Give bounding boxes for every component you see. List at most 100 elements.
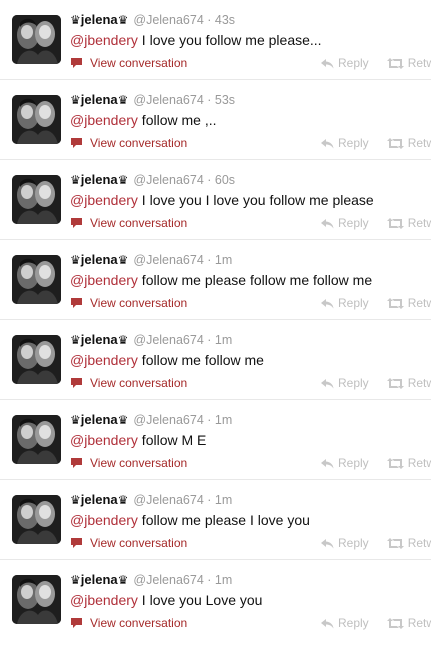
timestamp[interactable]: 53s xyxy=(215,93,235,107)
speech-bubble-icon xyxy=(71,538,82,548)
tweet-header: ♛jelena♛ @Jelena674 · 53s xyxy=(70,91,235,109)
tweet[interactable]: ♛jelena♛ @Jelena674 · 53s @jbendery follo… xyxy=(0,80,431,160)
avatar[interactable] xyxy=(12,255,61,304)
mention-link[interactable]: @jbendery xyxy=(70,192,138,208)
display-name[interactable]: jelena xyxy=(81,92,118,107)
tweet[interactable]: ♛jelena♛ @Jelena674 · 1m @jbendery I love… xyxy=(0,560,431,640)
speech-bubble-icon xyxy=(71,378,82,388)
reply-arrow-icon xyxy=(321,219,334,229)
speech-bubble-icon xyxy=(71,218,82,228)
username[interactable]: @Jelena674 xyxy=(133,13,203,27)
reply-button[interactable]: Reply xyxy=(321,615,369,631)
reply-label: Reply xyxy=(338,616,369,630)
display-name[interactable]: jelena xyxy=(81,12,118,27)
tweet-header: ♛jelena♛ @Jelena674 · 43s xyxy=(70,11,235,29)
tweet-text: @jbendery follow me follow me xyxy=(70,351,264,369)
timestamp[interactable]: 1m xyxy=(215,573,232,587)
username[interactable]: @Jelena674 xyxy=(133,333,203,347)
username[interactable]: @Jelena674 xyxy=(133,493,203,507)
reply-button[interactable]: Reply xyxy=(321,55,369,71)
username[interactable]: @Jelena674 xyxy=(133,93,203,107)
timestamp[interactable]: 1m xyxy=(215,333,232,347)
retweet-button[interactable]: Retwe xyxy=(386,55,431,71)
tweet-actions: Reply Retwe xyxy=(321,215,431,231)
avatar[interactable] xyxy=(12,415,61,464)
mention-link[interactable]: @jbendery xyxy=(70,512,138,528)
retweet-button[interactable]: Retwe xyxy=(386,135,431,151)
avatar[interactable] xyxy=(12,575,61,624)
mention-link[interactable]: @jbendery xyxy=(70,272,138,288)
tweet-actions: Reply Retwe xyxy=(321,135,431,151)
view-conversation-link[interactable]: View conversation xyxy=(70,135,187,151)
display-name[interactable]: jelena xyxy=(81,492,118,507)
avatar[interactable] xyxy=(12,175,61,224)
tweet[interactable]: ♛jelena♛ @Jelena674 · 1m @jbendery follow… xyxy=(0,400,431,480)
display-name[interactable]: jelena xyxy=(81,572,118,587)
tweet-header: ♛jelena♛ @Jelena674 · 1m xyxy=(70,411,232,429)
timestamp[interactable]: 1m xyxy=(215,493,232,507)
crown-icon: ♛ xyxy=(70,93,81,107)
mention-link[interactable]: @jbendery xyxy=(70,352,138,368)
username[interactable]: @Jelena674 xyxy=(133,413,203,427)
avatar[interactable] xyxy=(12,495,61,544)
view-conversation-label: View conversation xyxy=(90,376,188,390)
timestamp[interactable]: 43s xyxy=(215,13,235,27)
retweet-button[interactable]: Retwe xyxy=(386,375,431,391)
timestamp[interactable]: 1m xyxy=(215,253,232,267)
speech-bubble-icon xyxy=(71,138,82,148)
tweet[interactable]: ♛jelena♛ @Jelena674 · 1m @jbendery follow… xyxy=(0,320,431,400)
avatar[interactable] xyxy=(12,95,61,144)
retweet-button[interactable]: Retwe xyxy=(386,615,431,631)
tweet-text: @jbendery follow me ,.. xyxy=(70,111,217,129)
mention-link[interactable]: @jbendery xyxy=(70,112,138,128)
view-conversation-link[interactable]: View conversation xyxy=(70,375,187,391)
tweet[interactable]: ♛jelena♛ @Jelena674 · 60s @jbendery I lov… xyxy=(0,160,431,240)
reply-label: Reply xyxy=(338,136,369,150)
timestamp[interactable]: 1m xyxy=(215,413,232,427)
mention-link[interactable]: @jbendery xyxy=(70,32,138,48)
tweet-body: follow me please I love you xyxy=(137,512,310,528)
display-name[interactable]: jelena xyxy=(81,332,118,347)
avatar[interactable] xyxy=(12,15,61,64)
display-name[interactable]: jelena xyxy=(81,172,118,187)
tweet[interactable]: ♛jelena♛ @Jelena674 · 1m @jbendery follow… xyxy=(0,480,431,560)
tweet-body: follow me follow me xyxy=(137,352,264,368)
username[interactable]: @Jelena674 xyxy=(133,253,203,267)
reply-arrow-icon xyxy=(321,539,334,549)
mention-link[interactable]: @jbendery xyxy=(70,432,138,448)
crown-icon: ♛ xyxy=(117,13,129,27)
reply-button[interactable]: Reply xyxy=(321,295,369,311)
view-conversation-link[interactable]: View conversation xyxy=(70,55,187,71)
crown-icon: ♛ xyxy=(70,493,81,507)
reply-button[interactable]: Reply xyxy=(321,135,369,151)
retweet-label: Retwe xyxy=(407,536,431,550)
tweet[interactable]: ♛jelena♛ @Jelena674 · 43s @jbendery I lov… xyxy=(0,0,431,80)
speech-bubble-icon xyxy=(71,298,82,308)
retweet-icon xyxy=(386,538,404,549)
timestamp[interactable]: 60s xyxy=(215,173,235,187)
display-name[interactable]: jelena xyxy=(81,412,118,427)
reply-button[interactable]: Reply xyxy=(321,455,369,471)
retweet-icon xyxy=(386,618,404,629)
retweet-button[interactable]: Retwe xyxy=(386,455,431,471)
reply-button[interactable]: Reply xyxy=(321,375,369,391)
separator: · xyxy=(203,413,215,427)
retweet-button[interactable]: Retwe xyxy=(386,295,431,311)
username[interactable]: @Jelena674 xyxy=(133,173,203,187)
view-conversation-link[interactable]: View conversation xyxy=(70,535,187,551)
retweet-label: Retwe xyxy=(407,216,431,230)
view-conversation-link[interactable]: View conversation xyxy=(70,215,187,231)
username[interactable]: @Jelena674 xyxy=(133,573,203,587)
avatar[interactable] xyxy=(12,335,61,384)
reply-button[interactable]: Reply xyxy=(321,535,369,551)
reply-button[interactable]: Reply xyxy=(321,215,369,231)
mention-link[interactable]: @jbendery xyxy=(70,592,138,608)
retweet-button[interactable]: Retwe xyxy=(386,215,431,231)
view-conversation-link[interactable]: View conversation xyxy=(70,455,187,471)
reply-label: Reply xyxy=(338,456,369,470)
tweet[interactable]: ♛jelena♛ @Jelena674 · 1m @jbendery follow… xyxy=(0,240,431,320)
display-name[interactable]: jelena xyxy=(81,252,118,267)
retweet-button[interactable]: Retwe xyxy=(386,535,431,551)
view-conversation-link[interactable]: View conversation xyxy=(70,615,187,631)
view-conversation-link[interactable]: View conversation xyxy=(70,295,187,311)
